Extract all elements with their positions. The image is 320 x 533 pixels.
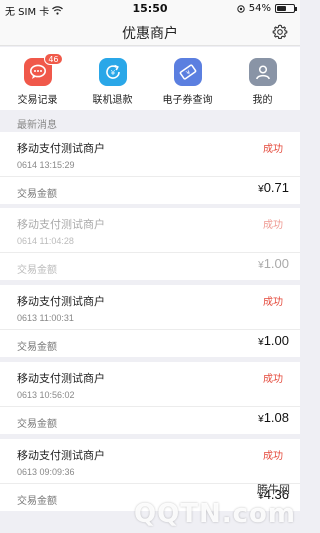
divider [0, 329, 300, 330]
amount-label: 交易金额 [17, 419, 57, 430]
merchant-name: 移动支付测试商户 [17, 295, 105, 308]
user-icon [248, 58, 277, 86]
watermark-logo: QQTN.com [134, 499, 296, 529]
timestamp: 0614 11:04:28 [17, 236, 74, 246]
status-text: 成功 [263, 220, 283, 231]
gear-icon[interactable] [272, 24, 288, 40]
svg-text:¥: ¥ [110, 69, 115, 77]
timestamp: 0614 13:15:29 [17, 160, 75, 170]
nav-bar: 优惠商户 [0, 18, 300, 46]
amount-label: 交易金额 [17, 496, 57, 507]
menu-item-refund[interactable]: ¥ 联机退款 [75, 47, 150, 110]
quick-menu: 46 交易记录 ¥ 联机退款 ¥ 电子券查询 我的 [0, 47, 300, 110]
status-text: 成功 [263, 451, 283, 462]
menu-label: 我的 [252, 95, 273, 106]
section-title: 最新消息 [17, 120, 57, 131]
timestamp: 0613 09:09:36 [17, 467, 75, 477]
location-icon [237, 4, 245, 13]
amount-number: 1.00 [263, 256, 289, 271]
amount-value: ¥0.71 [258, 180, 289, 195]
status-text: 成功 [263, 144, 283, 155]
menu-label: 交易记录 [17, 95, 58, 106]
merchant-name: 移动支付测试商户 [17, 449, 105, 462]
page-title: 优惠商户 [122, 26, 178, 42]
divider [0, 176, 300, 177]
coupon-icon: ¥ [173, 58, 202, 86]
divider [0, 252, 300, 253]
battery-icon [275, 4, 297, 13]
site-watermark: 腾牛网 QQTN.com [134, 481, 296, 529]
menu-item-transactions[interactable]: 46 交易记录 [0, 47, 75, 110]
menu-label: 联机退款 [92, 95, 133, 106]
amount-label: 交易金额 [17, 265, 57, 276]
amount-number: 0.71 [263, 180, 289, 195]
timestamp: 0613 11:00:31 [17, 313, 74, 323]
menu-item-coupon-query[interactable]: ¥ 电子券查询 [150, 47, 225, 110]
amount-value: ¥1.00 [258, 256, 289, 271]
battery-percent: 54% [248, 3, 271, 14]
message-card[interactable]: 移动支付测试商户 成功 0613 10:56:02 交易金额 ¥1.08 [0, 362, 300, 434]
amount-value: ¥1.08 [258, 410, 289, 425]
amount-label: 交易金额 [17, 342, 57, 353]
amount-number: 1.00 [263, 333, 289, 348]
message-card[interactable]: 移动支付测试商户 成功 0614 13:15:29 交易金额 ¥0.71 [0, 132, 300, 204]
message-card[interactable]: 移动支付测试商户 成功 0613 11:00:31 交易金额 ¥1.00 [0, 285, 300, 357]
watermark-site-name: 腾牛网 [257, 483, 290, 496]
amount-label: 交易金额 [17, 189, 57, 200]
unread-badge: 46 [44, 53, 63, 65]
status-text: 成功 [263, 297, 283, 308]
menu-label: 电子券查询 [162, 95, 213, 106]
status-text: 成功 [263, 374, 283, 385]
message-card[interactable]: 移动支付测试商户 成功 0614 11:04:28 交易金额 ¥1.00 [0, 208, 300, 280]
menu-item-profile[interactable]: 我的 [225, 47, 300, 110]
battery-level [277, 6, 286, 11]
divider [0, 406, 300, 407]
svg-text:¥: ¥ [185, 69, 192, 77]
merchant-name: 移动支付测试商户 [17, 372, 105, 385]
status-right: 54% [237, 3, 297, 14]
merchant-name: 移动支付测试商户 [17, 218, 105, 231]
timestamp: 0613 10:56:02 [17, 390, 75, 400]
amount-number: 1.08 [263, 410, 289, 425]
merchant-name: 移动支付测试商户 [17, 142, 105, 155]
status-bar: 无 SIM 卡 15:50 54% [0, 0, 300, 18]
refund-icon: ¥ [98, 58, 127, 86]
chat-icon: 46 [23, 53, 63, 86]
amount-value: ¥1.00 [258, 333, 289, 348]
